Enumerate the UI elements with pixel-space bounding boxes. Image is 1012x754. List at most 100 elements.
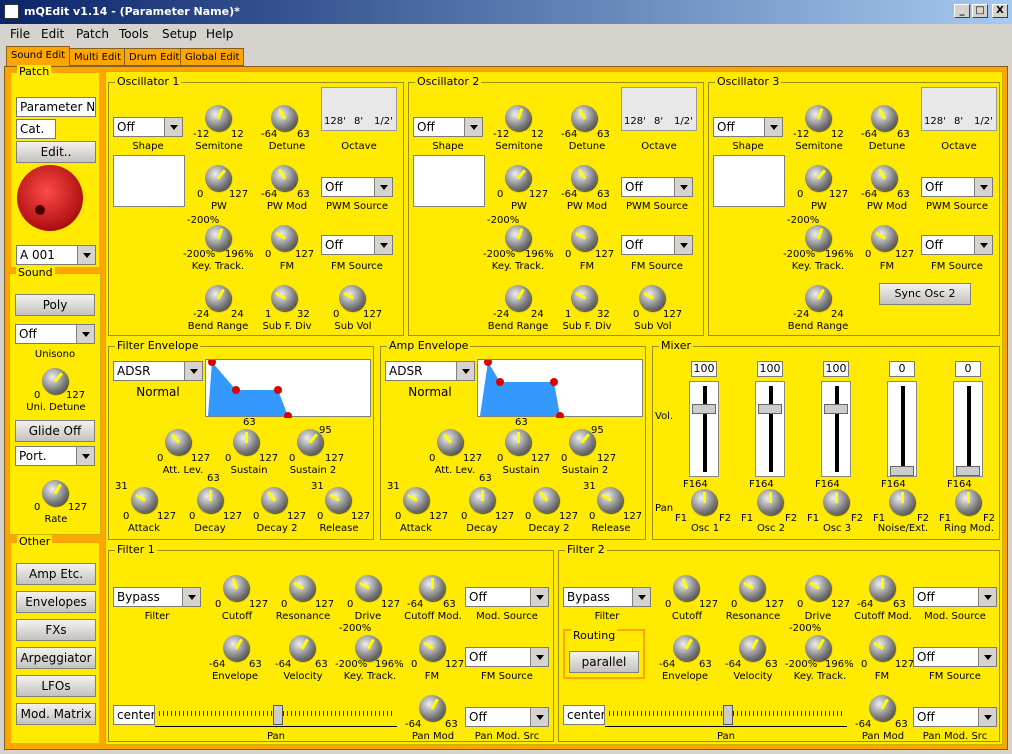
mixer-vol-value-1[interactable]: 100 — [757, 361, 783, 377]
osc1-octave-slider[interactable]: 128' 8' 1/2' — [321, 87, 397, 131]
fader-thumb[interactable] — [890, 466, 914, 476]
f1-panmod-source-select[interactable]: Off — [465, 707, 549, 727]
f1-pan-thumb[interactable] — [273, 705, 283, 725]
fenv-decay-knob[interactable] — [197, 487, 223, 513]
osc2-pwm-source-select[interactable]: Off — [621, 177, 693, 197]
menu-file[interactable]: File — [10, 27, 30, 41]
fenv-sustain2-knob[interactable] — [297, 429, 323, 455]
menu-help[interactable]: Help — [206, 27, 233, 41]
f2-fm-knob[interactable] — [869, 635, 895, 661]
mixer-pan-knob-1[interactable] — [757, 489, 783, 515]
envelopes-button[interactable]: Envelopes — [16, 591, 96, 613]
osc2-detune-knob[interactable] — [571, 105, 597, 131]
aenv-sustain-knob[interactable] — [505, 429, 531, 455]
rate-knob[interactable] — [42, 480, 68, 506]
osc3-fm-knob[interactable] — [871, 225, 897, 251]
aenv-attlev-knob[interactable] — [437, 429, 463, 455]
tab-drum-edit[interactable]: Drum Edit — [124, 48, 185, 66]
mixer-pan-knob-2[interactable] — [823, 489, 849, 515]
osc2-fm-knob[interactable] — [571, 225, 597, 251]
osc2-subdiv-knob[interactable] — [571, 285, 597, 311]
menu-setup[interactable]: Setup — [162, 27, 197, 41]
mixer-vol-fader-1[interactable] — [755, 381, 785, 477]
f2-cutoffmod-knob[interactable] — [869, 575, 895, 601]
portamento-select[interactable]: Port. — [15, 446, 95, 466]
osc3-octave-slider[interactable]: 128' 8' 1/2' — [921, 87, 997, 131]
f1-keytrack-knob[interactable] — [355, 635, 381, 661]
mixer-vol-fader-3[interactable] — [887, 381, 917, 477]
aenv-decay-knob[interactable] — [469, 487, 495, 513]
f1-resonance-knob[interactable] — [289, 575, 315, 601]
chevron-down-icon[interactable] — [464, 118, 482, 136]
chevron-down-icon[interactable] — [374, 236, 392, 254]
f2-keytrack-knob[interactable] — [805, 635, 831, 661]
lfos-button[interactable]: LFOs — [16, 675, 96, 697]
osc3-semitone-knob[interactable] — [805, 105, 831, 131]
mixer-vol-fader-4[interactable] — [953, 381, 983, 477]
chevron-down-icon[interactable] — [456, 362, 474, 380]
f1-type-select[interactable]: Bypass — [113, 587, 201, 607]
osc1-bend-knob[interactable] — [205, 285, 231, 311]
f1-panmod-knob[interactable] — [419, 695, 445, 721]
fader-thumb[interactable] — [692, 404, 716, 414]
fenv-attack-knob[interactable] — [131, 487, 157, 513]
osc2-semitone-knob[interactable] — [505, 105, 531, 131]
f2-type-select[interactable]: Bypass — [563, 587, 651, 607]
arpeggiator-button[interactable]: Arpeggiator — [16, 647, 96, 669]
f1-pan-value-field[interactable]: center — [113, 705, 155, 725]
tab-sound-edit[interactable]: Sound Edit — [6, 46, 71, 66]
patch-select-knob[interactable] — [17, 165, 83, 231]
f2-velocity-knob[interactable] — [739, 635, 765, 661]
chevron-down-icon[interactable] — [184, 362, 202, 380]
osc3-pwm-source-select[interactable]: Off — [921, 177, 993, 197]
aenv-graph[interactable] — [477, 358, 643, 420]
chevron-down-icon[interactable] — [164, 118, 182, 136]
osc1-keytrack-knob[interactable] — [205, 225, 231, 251]
category-field[interactable]: Cat. — [16, 119, 56, 139]
chevron-down-icon[interactable] — [374, 178, 392, 196]
f2-panmod-knob[interactable] — [869, 695, 895, 721]
osc1-fm-source-select[interactable]: Off — [321, 235, 393, 255]
osc2-pwmod-knob[interactable] — [571, 165, 597, 191]
chevron-down-icon[interactable] — [674, 178, 692, 196]
mixer-vol-fader-2[interactable] — [821, 381, 851, 477]
chevron-down-icon[interactable] — [182, 588, 200, 606]
chevron-down-icon[interactable] — [530, 588, 548, 606]
aenv-mode-select[interactable]: ADSR — [385, 361, 475, 381]
osc3-pw-knob[interactable] — [805, 165, 831, 191]
f1-cutoff-knob[interactable] — [223, 575, 249, 601]
tab-multi-edit[interactable]: Multi Edit — [69, 48, 126, 66]
f1-cutoffmod-knob[interactable] — [419, 575, 445, 601]
osc3-fm-source-select[interactable]: Off — [921, 235, 993, 255]
aenv-decay2-knob[interactable] — [533, 487, 559, 513]
mixer-pan-knob-4[interactable] — [955, 489, 981, 515]
osc1-semitone-knob[interactable] — [205, 105, 231, 131]
osc2-fm-source-select[interactable]: Off — [621, 235, 693, 255]
chevron-down-icon[interactable] — [530, 648, 548, 666]
osc2-bend-knob[interactable] — [505, 285, 531, 311]
f2-pan-slider[interactable] — [605, 703, 847, 727]
poly-button[interactable]: Poly — [15, 294, 95, 316]
f2-resonance-knob[interactable] — [739, 575, 765, 601]
aenv-attack-knob[interactable] — [403, 487, 429, 513]
mixer-pan-knob-3[interactable] — [889, 489, 915, 515]
f2-fm-source-select[interactable]: Off — [913, 647, 997, 667]
tab-global-edit[interactable]: Global Edit — [180, 48, 245, 66]
amp-etc-button[interactable]: Amp Etc. — [16, 563, 96, 585]
osc2-octave-slider[interactable]: 128' 8' 1/2' — [621, 87, 697, 131]
glide-button[interactable]: Glide Off — [15, 420, 95, 442]
osc3-bend-knob[interactable] — [805, 285, 831, 311]
osc1-fm-knob[interactable] — [271, 225, 297, 251]
chevron-down-icon[interactable] — [978, 648, 996, 666]
routing-parallel-button[interactable]: parallel — [569, 651, 639, 673]
f1-drive-knob[interactable] — [355, 575, 381, 601]
chevron-down-icon[interactable] — [76, 325, 94, 343]
chevron-down-icon[interactable] — [76, 447, 94, 465]
f1-fm-knob[interactable] — [419, 635, 445, 661]
patch-name-field[interactable]: Parameter Na — [16, 97, 96, 117]
chevron-down-icon[interactable] — [764, 118, 782, 136]
fenv-release-knob[interactable] — [325, 487, 351, 513]
aenv-release-knob[interactable] — [597, 487, 623, 513]
chevron-down-icon[interactable] — [530, 708, 548, 726]
osc1-subvol-knob[interactable] — [339, 285, 365, 311]
